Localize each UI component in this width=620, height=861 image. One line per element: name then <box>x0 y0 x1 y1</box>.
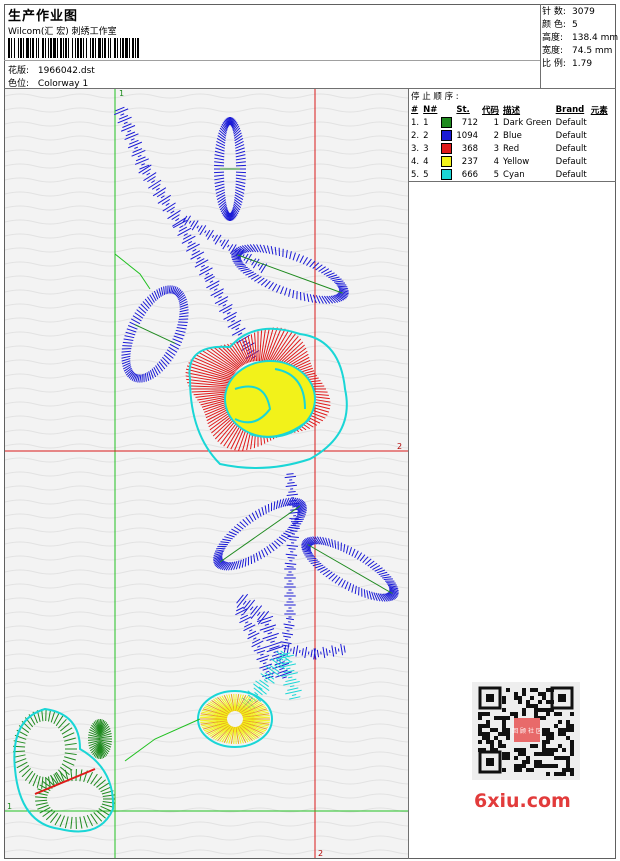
stat-height: 高度: 138.4 mm <box>542 33 619 43</box>
barcode <box>8 38 139 58</box>
colorway-info: 色位: Colorway 1 <box>8 76 88 89</box>
color-swatch-cyan <box>441 169 453 180</box>
stat-width: 宽度: 74.5 mm <box>542 46 613 56</box>
color-row: 1. 1 712 1 Dark Green Default <box>411 117 587 128</box>
design-label: 花版: <box>8 66 30 76</box>
fabric-texture <box>5 89 408 858</box>
colorway-label: 色位: <box>8 79 30 89</box>
qr-logo-text: 回 顾 社 区 <box>512 727 542 735</box>
design-canvas: 1 2 1 2 <box>5 89 408 858</box>
page-title: 生产作业图 <box>8 9 79 24</box>
stat-scale: 比 例: 1.79 <box>542 59 593 69</box>
legend-divider <box>408 181 616 182</box>
guide-label-h1: 1 <box>7 802 12 811</box>
embroidery-design: 1 2 1 2 <box>5 89 408 858</box>
color-swatch-red <box>441 143 453 154</box>
meta-divider <box>4 60 540 61</box>
design-value: 1966042.dst <box>37 66 95 76</box>
stat-colors: 颜 色: 5 <box>542 20 578 30</box>
colorway-value: Colorway 1 <box>37 79 89 89</box>
stat-stitches: 针 数: 3079 <box>542 7 595 17</box>
design-info: 花版: 1966042.dst <box>8 63 95 76</box>
color-swatch-blue <box>441 130 453 141</box>
color-table-header: # N# St. 代码 描述 Brand 元素 <box>411 105 608 116</box>
legend-title: 停 止 顺 序 : <box>411 92 459 102</box>
watermark: 6xiu.com <box>474 790 571 812</box>
stop-sequence-legend: 停 止 顺 序 : # N# St. 代码 描述 Brand 元素 1. 1 71… <box>410 90 611 181</box>
company-name: Wilcom(汇 宏) 刺绣工作室 <box>8 27 117 37</box>
guide-label-v2: 2 <box>318 849 323 858</box>
color-table: # N# St. 代码 描述 Brand 元素 1. 1 712 1 Dark Gr… <box>410 104 611 181</box>
guide-label-v1: 1 <box>119 89 124 98</box>
color-row: 3. 3 368 3 Red Default <box>411 143 587 154</box>
design-stats: 针 数: 3079 颜 色: 5 高度: 138.4 mm 宽度: 74.5 mm 比 … <box>542 6 618 71</box>
guide-label-h2: 2 <box>397 442 402 451</box>
canvas-divider <box>408 88 409 859</box>
color-row: 2. 2 1094 2 Blue Default <box>411 130 587 141</box>
color-row: 4. 4 237 4 Yellow Default <box>411 156 587 167</box>
color-swatch-yellow <box>441 156 453 167</box>
qr-code: 回 顾 社 区 <box>472 682 580 780</box>
color-row: 5. 5 666 5 Cyan Default <box>411 169 587 180</box>
color-swatch-dark-green <box>441 117 453 128</box>
stats-divider <box>540 4 541 88</box>
